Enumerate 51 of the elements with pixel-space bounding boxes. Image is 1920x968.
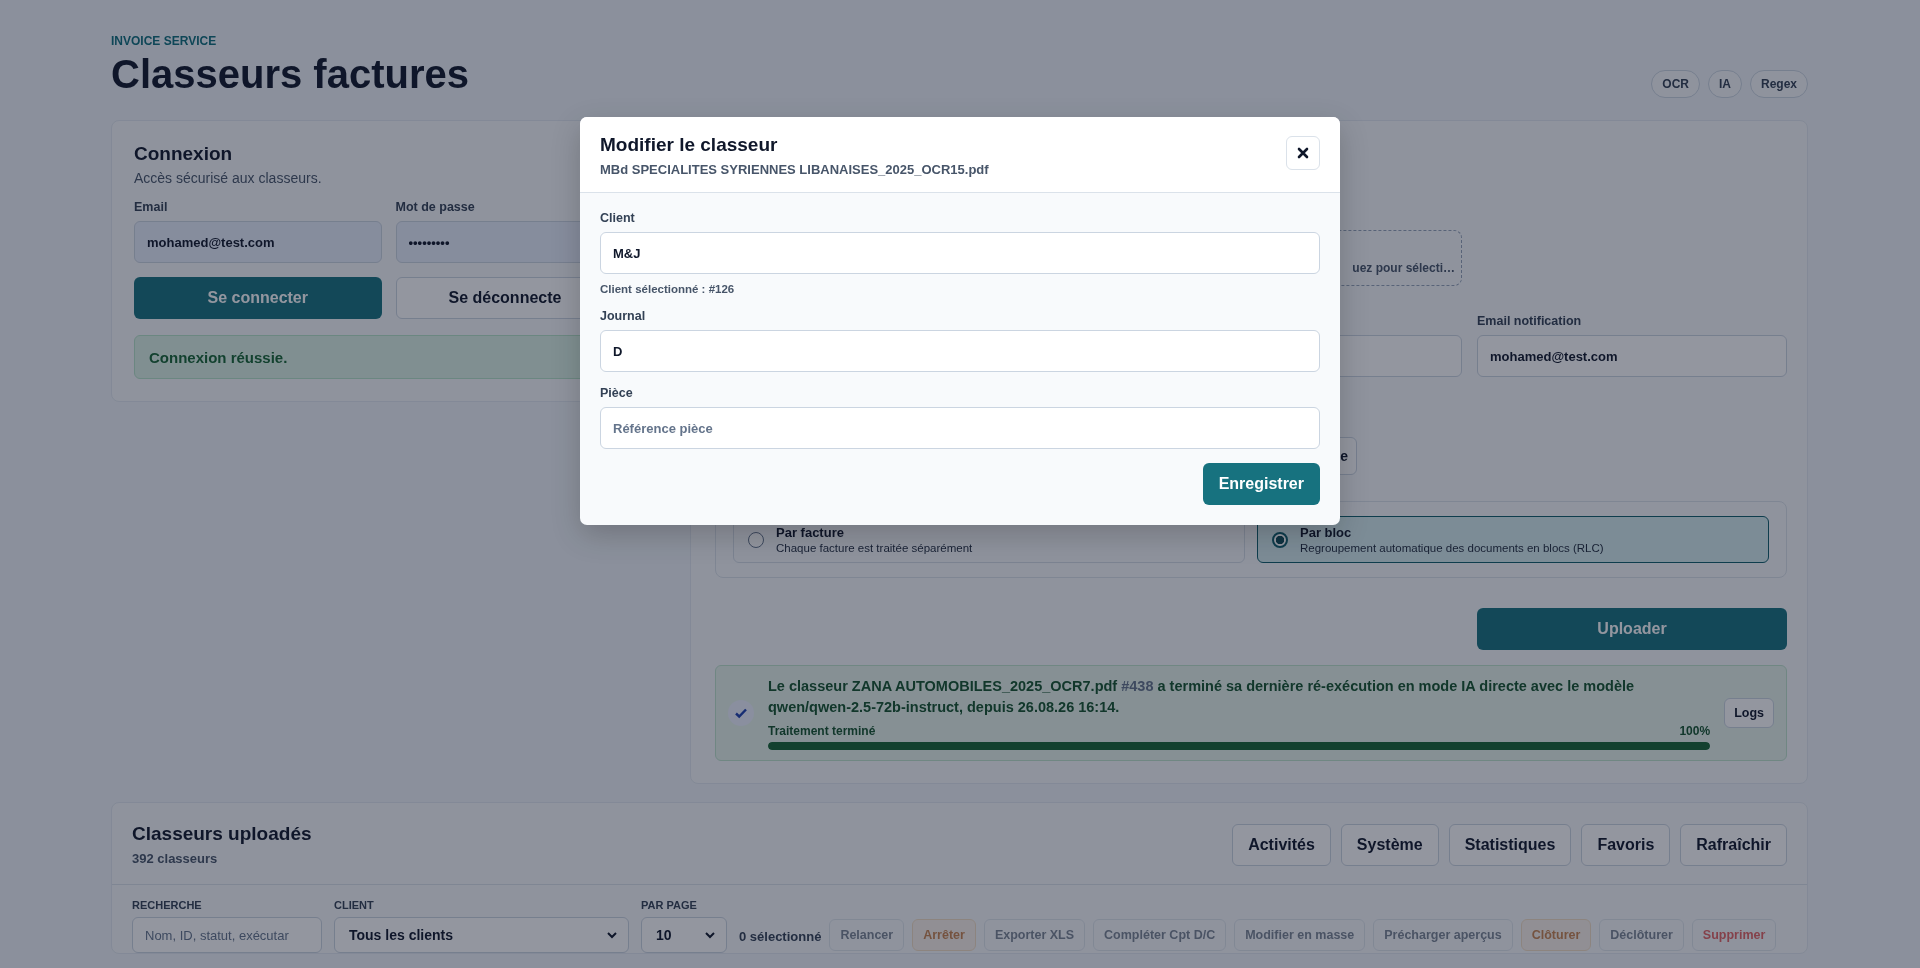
upload-button[interactable]: Uploader	[1477, 608, 1787, 650]
field-label: Pièce	[600, 386, 634, 401]
filter-label: PAR PAGE	[641, 899, 698, 911]
progress-label: Traitement terminé	[768, 724, 876, 738]
card-subtitle: Accès sécurisé aux classeurs.	[134, 170, 323, 186]
toolbar-button[interactable]: Rafraîchir	[1680, 823, 1787, 866]
field-label: Email	[134, 200, 169, 215]
input-field[interactable]: mohamed@test.com	[1477, 335, 1787, 377]
input-field[interactable]: M&J	[600, 232, 1320, 274]
mode-label: Par bloc	[1300, 525, 1353, 540]
mode-option[interactable]: Par bloc Regroupement automatique des documents en blocs (RLC)	[1257, 516, 1769, 563]
input-field[interactable]: mohamed@test.com	[134, 221, 382, 263]
caret-icon	[704, 929, 716, 941]
toolbar-button[interactable]: Statistiques	[1448, 823, 1572, 866]
input-field[interactable]: D	[600, 330, 1320, 372]
close-icon	[1297, 147, 1309, 159]
login-button[interactable]: Se connecter	[134, 277, 382, 319]
search-field[interactable]: Nom, ID, statut, exécutar	[132, 917, 322, 953]
client-select[interactable]: Tous les clients	[334, 917, 629, 953]
page-size-select[interactable]: 10	[641, 917, 727, 953]
save-button[interactable]: Enregistrer	[1202, 463, 1320, 505]
mode-label: Par facture	[776, 525, 845, 540]
toolbar-button[interactable]: Favoris	[1581, 823, 1671, 866]
dropzone-text: uez pour sélecti…	[1352, 261, 1455, 275]
radio-button[interactable]	[1272, 531, 1288, 548]
caret-icon	[606, 929, 618, 941]
dialog-title: Modifier le classeur	[600, 134, 779, 156]
mode-description: Regroupement automatique des documents en blocs (RLC)	[1300, 542, 1604, 554]
item-count: 392 classeurs	[132, 851, 219, 866]
check-icon	[728, 700, 754, 726]
toolbar-button[interactable]: Système	[1340, 823, 1439, 866]
filter-label: CLIENT	[334, 899, 375, 911]
status-message: Le classeur ZANA AUTOMOBILES_2025_OCR7.pdf #438 a terminé sa dernière ré-exécution en mode IA directe avec le modèle qwen/qwen-2.5-72b-instruct, depuis 26.08.26 16:14.	[768, 677, 1636, 717]
progress-value: 100%	[1679, 724, 1711, 738]
logs-button[interactable]: Logs	[1724, 698, 1774, 728]
mode-description: Chaque facture est traitée séparément	[776, 542, 973, 554]
field-label: Email notification	[1477, 314, 1583, 329]
filter-label: RECHERCHE	[132, 899, 203, 911]
dialog-subtitle: MBd SPECIALITES SYRIENNES LIBANAISES_2025_OCR15.pdf	[600, 162, 989, 177]
toolbar-button[interactable]: Activités	[1232, 823, 1331, 866]
card-title: Classeurs uploadés	[132, 823, 312, 845]
engine-badge: Regex	[1749, 70, 1808, 98]
input-field[interactable]: Référence pièce	[600, 407, 1320, 449]
close-button[interactable]	[1286, 136, 1320, 170]
field-label: Mot de passe	[395, 200, 476, 215]
engine-badge: IA	[1707, 70, 1742, 98]
app-eyebrow: INVOICE SERVICE	[111, 34, 218, 48]
selection-count: 0 sélectionné	[739, 928, 822, 944]
radio-button[interactable]	[748, 531, 764, 548]
page-title: Classeurs factures	[111, 52, 469, 96]
engine-badge: OCR	[1651, 70, 1700, 98]
